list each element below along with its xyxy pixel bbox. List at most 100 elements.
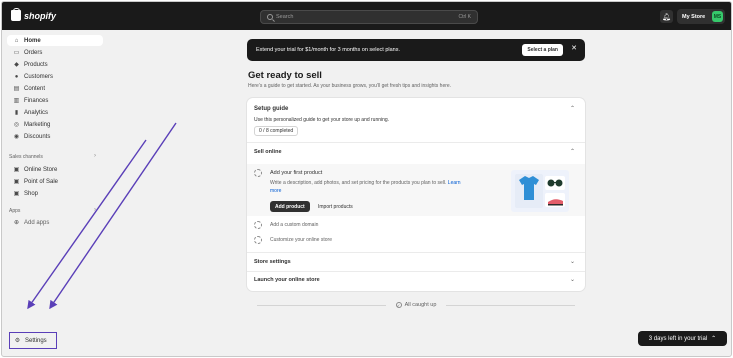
task-description: Write a description, add photos, and set… <box>270 179 470 195</box>
import-products-button[interactable]: Import products <box>318 201 353 212</box>
sidebar: ⌂ Home ▭ Orders ◆ Products ● Customers ▤… <box>2 30 105 356</box>
bank-icon: ▥ <box>13 98 20 104</box>
task-title[interactable]: Add your first product <box>270 170 322 176</box>
sidebar-item-label: Add apps <box>24 219 50 226</box>
trial-days-button[interactable]: 3 days left in your trial ⌃ <box>638 331 727 346</box>
page-title: Get ready to sell <box>248 70 322 81</box>
home-icon: ⌂ <box>14 37 19 44</box>
store-menu-button[interactable]: My Store MS <box>677 9 725 24</box>
chevron-up-icon[interactable]: ⌃ <box>570 148 575 155</box>
pos-icon: ▣ <box>13 179 20 185</box>
store-icon: ▣ <box>13 167 20 173</box>
sidebar-item-discounts[interactable]: ◉ Discounts <box>7 131 103 142</box>
sidebar-item-home[interactable]: ⌂ Home <box>7 35 103 46</box>
person-icon: ● <box>14 73 19 80</box>
all-caught-up-text: All caught up <box>404 302 437 308</box>
sidebar-item-label: Content <box>24 85 46 92</box>
gear-icon: ⚙ <box>14 338 21 344</box>
sidebar-item-label: Point of Sale <box>24 178 59 185</box>
product-illustration <box>511 170 569 212</box>
shoe-sole <box>548 204 563 206</box>
sell-online-heading[interactable]: Sell online <box>254 149 282 155</box>
task-add-first-product: Add your first product Write a descripti… <box>247 164 585 216</box>
sidebar-item-label: Online Store <box>24 166 58 173</box>
sunglasses-lens-right <box>555 179 563 187</box>
chevron-right-icon[interactable]: › <box>94 207 96 213</box>
setup-guide-card: Setup guide ⌃ Use this personalized guid… <box>247 98 585 291</box>
discount-icon: ◉ <box>13 134 20 140</box>
banner-text: Extend your trial for $1/month for 3 mon… <box>256 47 400 53</box>
trial-days-text: 3 days left in your trial <box>648 335 708 342</box>
task-checkbox[interactable] <box>254 236 262 244</box>
tag-icon: ◆ <box>14 62 19 68</box>
notifications-button[interactable]: 🔔︎ <box>660 10 673 23</box>
sidebar-item-analytics[interactable]: ▮ Analytics <box>7 107 103 118</box>
setup-guide-title: Setup guide <box>254 106 289 112</box>
all-caught-up: ✓ All caught up <box>247 300 585 310</box>
setup-guide-description: Use this personalized guide to get your … <box>254 117 390 123</box>
sidebar-item-shop[interactable]: ▣ Shop <box>7 188 103 199</box>
sidebar-item-label: Marketing <box>24 121 51 128</box>
apps-heading[interactable]: Apps <box>9 208 20 214</box>
sidebar-item-label: Discounts <box>24 133 51 140</box>
sidebar-item-point-of-sale[interactable]: ▣ Point of Sale <box>7 176 103 187</box>
chevron-up-icon[interactable]: ⌃ <box>570 105 575 112</box>
sidebar-item-customers[interactable]: ● Customers <box>7 71 103 82</box>
search-icon <box>267 14 273 20</box>
target-icon: ◎ <box>13 122 20 128</box>
app-window: shopify Search Ctrl K 🔔︎ My Store MS ⌂ H… <box>1 1 732 357</box>
sidebar-item-label: Products <box>24 61 48 68</box>
avatar: MS <box>712 11 723 22</box>
sidebar-item-label: Settings <box>25 337 47 344</box>
store-settings-heading[interactable]: Store settings <box>254 259 291 265</box>
sidebar-item-orders[interactable]: ▭ Orders <box>7 47 103 58</box>
page-subtitle: Here’s a guide to get started. As your b… <box>248 83 452 89</box>
chevron-down-icon[interactable]: ⌄ <box>570 276 575 283</box>
sunglasses-lens-left <box>547 179 555 187</box>
search-placeholder: Search <box>276 14 294 20</box>
shop-icon: ▣ <box>13 191 20 197</box>
task-checkbox[interactable] <box>254 169 262 177</box>
shopify-logo[interactable]: shopify <box>11 8 57 21</box>
content-icon: ▤ <box>13 86 20 92</box>
search-input[interactable]: Search Ctrl K <box>260 10 478 24</box>
sales-channels-heading[interactable]: Sales channels <box>9 154 43 160</box>
sidebar-item-label: Finances <box>24 97 49 104</box>
task-checkbox[interactable] <box>254 221 262 229</box>
brand-name: shopify <box>24 10 57 21</box>
sidebar-item-label: Shop <box>24 190 39 197</box>
progress-badge: 0 / 8 completed <box>254 126 299 136</box>
sidebar-item-label: Orders <box>24 49 43 56</box>
shopify-bag-icon <box>11 8 21 21</box>
bell-icon: 🔔︎ <box>662 13 671 21</box>
sunglasses-bridge <box>554 182 556 183</box>
sidebar-item-online-store[interactable]: ▣ Online Store <box>7 164 103 175</box>
chevron-down-icon[interactable]: ⌄ <box>570 258 575 265</box>
launch-store-heading[interactable]: Launch your online store <box>254 277 320 283</box>
sidebar-item-label: Home <box>24 37 41 44</box>
add-product-button[interactable]: Add product <box>270 201 310 212</box>
search-shortcut: Ctrl K <box>458 14 472 20</box>
close-icon[interactable]: ✕ <box>571 44 577 52</box>
sidebar-item-marketing[interactable]: ◎ Marketing <box>7 119 103 130</box>
store-name: My Store <box>682 13 706 20</box>
select-plan-button[interactable]: Select a plan <box>522 44 563 56</box>
sidebar-item-products[interactable]: ◆ Products <box>7 59 103 70</box>
top-bar: shopify Search Ctrl K 🔔︎ My Store MS <box>2 2 731 30</box>
inbox-icon: ▭ <box>13 50 20 56</box>
task-custom-domain[interactable]: Add a custom domain <box>270 222 318 228</box>
sidebar-item-settings[interactable]: ⚙ Settings <box>9 332 57 349</box>
chevron-right-icon[interactable]: › <box>94 153 96 159</box>
divider <box>247 142 585 143</box>
task-customize-store[interactable]: Customize your online store <box>270 237 332 243</box>
chevron-up-icon: ⌃ <box>711 336 717 342</box>
plus-circle-icon: ⊕ <box>13 220 20 226</box>
check-circle-icon: ✓ <box>395 302 402 308</box>
sidebar-item-content[interactable]: ▤ Content <box>7 83 103 94</box>
sidebar-item-finances[interactable]: ▥ Finances <box>7 95 103 106</box>
sidebar-item-add-apps[interactable]: ⊕ Add apps <box>7 217 103 228</box>
task-description-text: Write a description, add photos, and set… <box>270 180 447 186</box>
sidebar-item-label: Analytics <box>24 109 49 116</box>
sidebar-item-label: Customers <box>24 73 54 80</box>
bar-chart-icon: ▮ <box>14 110 19 116</box>
